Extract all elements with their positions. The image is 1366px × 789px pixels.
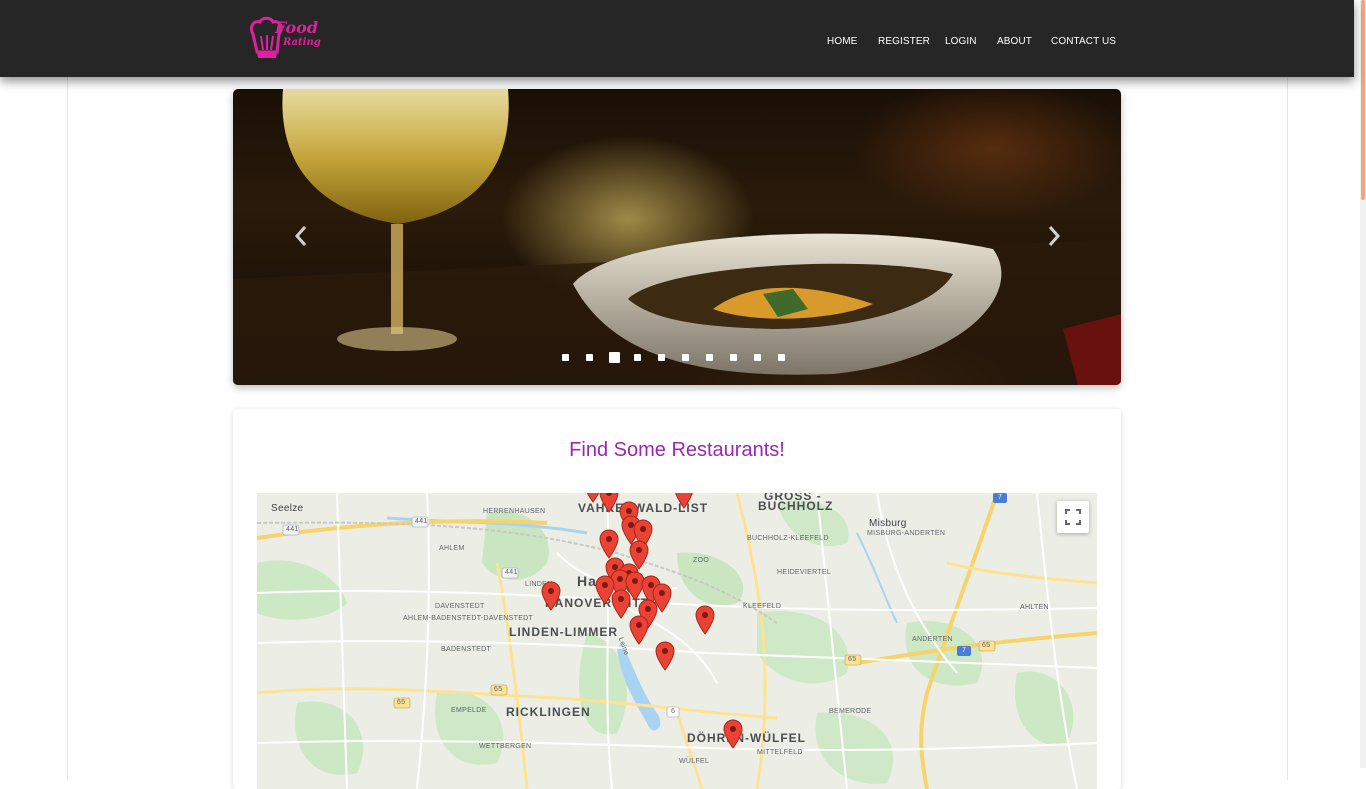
carousel-dot-active[interactable] [609,352,620,363]
map-marker-icon[interactable] [694,605,716,635]
chevron-right-icon [1048,226,1061,246]
map-marker-icon[interactable] [582,493,604,503]
road-shield: 65 [982,642,991,649]
road-shield: 65 [397,699,406,706]
nav-register[interactable]: REGISTER [878,36,930,47]
map-label: BADENSTEDT [441,646,492,653]
restaurants-card: Find Some Restaurants! 441 441 441 7 7 6… [233,409,1121,789]
road-shield: 65 [494,686,503,693]
map-label: WETTBERGEN [479,743,532,750]
map-label: MISBURG-ANDERTEN [867,530,946,537]
map-tiles [257,493,1097,789]
map-label: KLEEFELD [743,603,782,610]
map-label: EMPELDE [451,707,487,714]
road-shield: 6 [671,708,676,715]
carousel-dot[interactable] [706,354,713,361]
map-marker-icon[interactable] [673,493,695,509]
nav-about[interactable]: ABOUT [997,36,1032,47]
carousel-dot[interactable] [634,354,641,361]
carousel-dot[interactable] [586,354,593,361]
nav-contact-us[interactable]: CONTACT US [1051,36,1116,47]
carousel-dot[interactable] [658,354,665,361]
chevron-left-icon [294,226,307,246]
carousel-dot[interactable] [778,354,785,361]
map-label: LINDEN-LIMMER [509,625,618,639]
map-fullscreen-button[interactable] [1057,501,1089,533]
map-marker-icon[interactable] [598,529,620,559]
map-label: RICKLINGEN [506,705,591,719]
food-rating-logo[interactable]: Food Rating [247,16,323,62]
carousel-dot[interactable] [562,354,569,361]
carousel-prev-button[interactable] [287,219,315,253]
logo-text-rating: Rating [283,37,321,48]
map-label: AHLEM [439,545,465,552]
restaurant-map[interactable]: 441 441 441 7 7 65 65 65 65 6 Seelze HER… [257,493,1097,789]
restaurants-title: Find Some Restaurants! [569,439,785,461]
logo-text-food: Food [275,18,319,37]
carousel-dot[interactable] [754,354,761,361]
map-label: BUCHHOLZ-KLEEFELD [747,535,829,542]
map-marker-icon[interactable] [722,719,744,749]
map-label: MITTELFELD [757,749,803,756]
map-label: Seelze [271,503,304,514]
nav-login[interactable]: LOGIN [945,36,977,47]
carousel-dot[interactable] [682,354,689,361]
road-shield: 441 [286,526,299,533]
carousel-indicators [233,351,1121,365]
scrollbar-thumb[interactable] [1361,0,1365,200]
carousel-dot[interactable] [730,354,737,361]
map-marker-icon[interactable] [628,615,650,645]
map-label: DAVENSTEDT [435,603,485,610]
map-marker-icon[interactable] [540,581,562,611]
map-marker-icon[interactable] [610,589,632,619]
carousel-slide-image [233,89,1121,385]
road-shield: 7 [998,494,1003,501]
map-label: AHLTEN [1020,604,1049,611]
map-label: HEIDEVIERTEL [777,569,832,576]
map-label: DÖHREN-WÜLFEL [687,731,806,745]
map-label: HERRENHAUSEN [483,508,546,515]
fullscreen-icon [1065,509,1081,525]
road-shield: 441 [415,518,428,525]
map-label: BUCHHOLZ [758,499,834,513]
map-label: BEMERODE [829,708,872,715]
carousel-next-button[interactable] [1040,219,1068,253]
image-carousel[interactable] [233,89,1121,385]
road-shield: 441 [505,569,518,576]
map-label: Misburg [869,518,907,529]
map-label: ANDERTEN [912,636,953,643]
map-label: AHLEM-BADENSTEDT-DAVENSTEDT [403,615,534,622]
navbar: Food Rating HOME REGISTER LOGIN ABOUT CO… [0,0,1354,77]
road-shield: 7 [962,647,967,654]
map-label: ZOO [693,557,710,564]
map-marker-icon[interactable] [654,641,676,671]
page-scrollbar[interactable] [1360,0,1366,768]
nav-home[interactable]: HOME [827,36,857,47]
map-label: WÜLFEL [679,758,710,765]
road-shield: 65 [848,656,857,663]
